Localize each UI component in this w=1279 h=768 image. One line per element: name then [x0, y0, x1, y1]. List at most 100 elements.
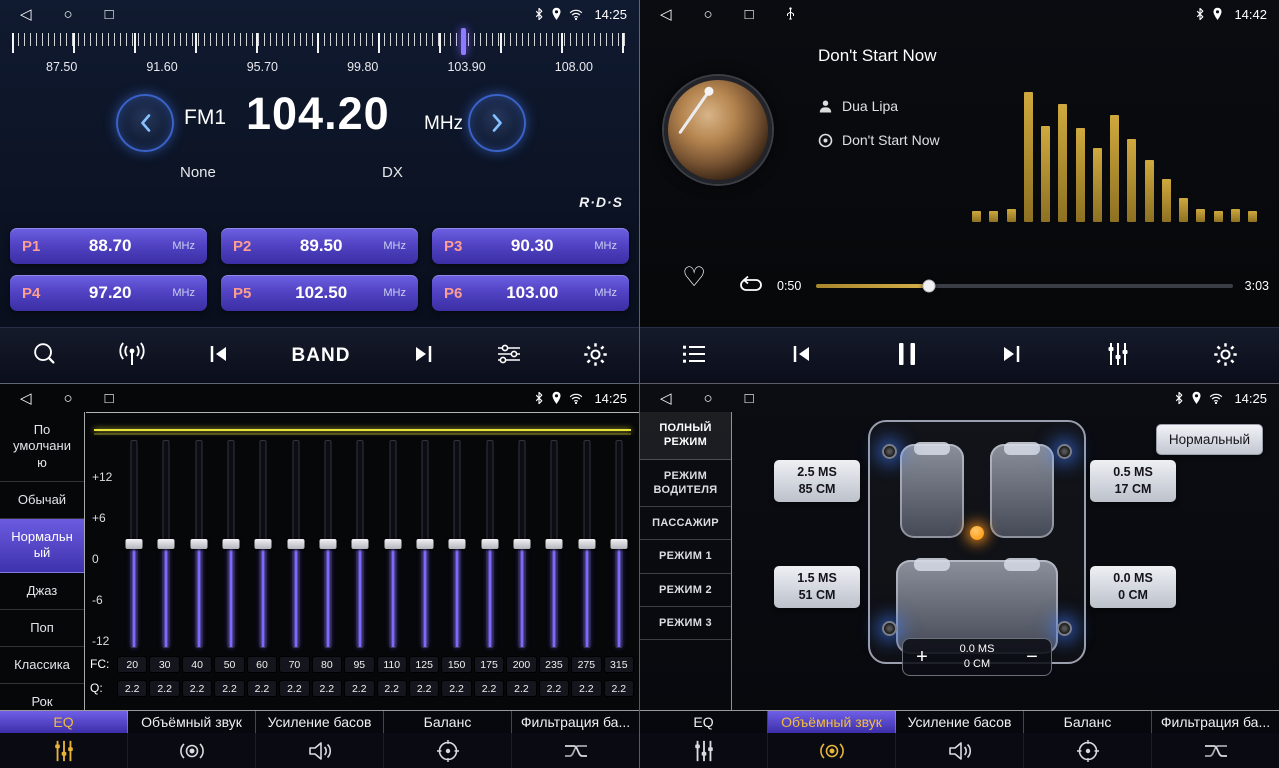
recents-button[interactable]: □ [105, 7, 114, 22]
listening-position-marker[interactable] [970, 526, 984, 540]
preset-button-p4[interactable]: P4 97.20 MHz [10, 275, 207, 311]
eq-band-slider-30hz[interactable] [150, 440, 182, 648]
car-cabin-diagram[interactable] [868, 420, 1086, 664]
slider-thumb[interactable] [513, 539, 530, 549]
preset-button-p1[interactable]: P1 88.70 MHz [10, 228, 207, 264]
back-button[interactable]: ◁ [20, 391, 32, 406]
slider-thumb[interactable] [546, 539, 563, 549]
eq-preset-normal[interactable]: Нормальный [0, 519, 84, 573]
eq-band-slider-275hz[interactable] [570, 440, 602, 648]
tab-eq[interactable]: EQ [0, 711, 128, 733]
slider-thumb[interactable] [384, 539, 401, 549]
recents-button[interactable]: □ [745, 391, 754, 406]
eq-band-slider-60hz[interactable] [247, 440, 279, 648]
previous-track-button[interactable] [789, 343, 815, 368]
slider-thumb[interactable] [481, 539, 498, 549]
eq-preset-classic[interactable]: Классика [0, 647, 84, 684]
preset-button-p3[interactable]: P3 90.30 MHz [432, 228, 629, 264]
surround-icon[interactable] [768, 733, 896, 768]
delay-plus-button[interactable]: + [903, 647, 941, 667]
settings-button[interactable] [582, 341, 609, 371]
eq-band-slider-95hz[interactable] [344, 440, 376, 648]
slider-thumb[interactable] [320, 539, 337, 549]
band-button[interactable]: BAND [292, 345, 351, 367]
preset-button-p5[interactable]: P5 102.50 MHz [221, 275, 418, 311]
back-button[interactable]: ◁ [660, 391, 672, 406]
tab-eq[interactable]: EQ [640, 711, 768, 733]
balance-icon[interactable] [1024, 733, 1152, 768]
bass-boost-icon[interactable] [256, 733, 384, 768]
eq-band-slider-40hz[interactable] [183, 440, 215, 648]
rear-right-delay-box[interactable]: 0.0 MS 0 CM [1090, 566, 1176, 608]
slider-thumb[interactable] [416, 539, 433, 549]
mode-driver[interactable]: РЕЖИМ ВОДИТЕЛЯ [640, 460, 731, 508]
scan-button[interactable] [30, 340, 58, 371]
tab-bass-boost[interactable]: Усиление басов [256, 711, 384, 733]
audio-settings-button[interactable] [495, 342, 523, 369]
tab-filter[interactable]: Фильтрация ба... [1152, 711, 1279, 733]
seek-bar[interactable] [816, 284, 1233, 288]
slider-thumb[interactable] [158, 539, 175, 549]
mode-full[interactable]: ПОЛНЫЙ РЕЖИМ [640, 412, 731, 460]
tab-surround[interactable]: Объёмный звук [128, 711, 256, 733]
tune-down-button[interactable] [116, 94, 174, 152]
eq-preset-pop[interactable]: Поп [0, 610, 84, 647]
eq-band-slider-80hz[interactable] [312, 440, 344, 648]
next-station-button[interactable] [410, 343, 436, 368]
home-button[interactable]: ○ [64, 7, 73, 22]
recents-button[interactable]: □ [105, 391, 114, 406]
surround-icon[interactable] [128, 733, 256, 768]
home-button[interactable]: ○ [704, 391, 713, 406]
driver-seat[interactable] [900, 444, 964, 538]
eq-band-slider-70hz[interactable] [280, 440, 312, 648]
back-button[interactable]: ◁ [20, 7, 32, 22]
tab-surround[interactable]: Объёмный звук [768, 711, 896, 733]
filter-icon[interactable] [512, 733, 639, 768]
balance-icon[interactable] [384, 733, 512, 768]
broadcast-button[interactable] [117, 340, 147, 371]
frequency-ruler[interactable]: 87.50 91.60 95.70 99.80 103.90 108.00 [12, 33, 627, 81]
mode-2[interactable]: РЕЖИМ 2 [640, 574, 731, 607]
slider-thumb[interactable] [126, 539, 143, 549]
filter-icon[interactable] [1152, 733, 1279, 768]
eq-sliders-icon[interactable] [640, 733, 768, 768]
eq-band-slider-150hz[interactable] [441, 440, 473, 648]
eq-band-slider-315hz[interactable] [603, 440, 635, 648]
tab-balance[interactable]: Баланс [384, 711, 512, 733]
eq-band-slider-200hz[interactable] [506, 440, 538, 648]
slider-thumb[interactable] [449, 539, 466, 549]
slider-thumb[interactable] [190, 539, 207, 549]
eq-sliders-icon[interactable] [0, 733, 128, 768]
preset-button-p2[interactable]: P2 89.50 MHz [221, 228, 418, 264]
tab-filter[interactable]: Фильтрация ба... [512, 711, 639, 733]
slider-thumb[interactable] [610, 539, 627, 549]
next-track-button[interactable] [998, 343, 1024, 368]
slider-thumb[interactable] [287, 539, 304, 549]
rear-right-speaker-icon[interactable] [1057, 621, 1072, 636]
eq-preset-rock[interactable]: Рок [0, 684, 84, 710]
slider-thumb[interactable] [352, 539, 369, 549]
slider-thumb[interactable] [578, 539, 595, 549]
delay-minus-button[interactable]: − [1013, 647, 1051, 667]
tuning-indicator[interactable] [461, 28, 466, 55]
playlist-button[interactable] [680, 342, 708, 369]
mode-1[interactable]: РЕЖИМ 1 [640, 540, 731, 573]
eq-preset-jazz[interactable]: Джаз [0, 573, 84, 610]
front-left-speaker-icon[interactable] [882, 444, 897, 459]
slider-thumb[interactable] [255, 539, 272, 549]
equalizer-button[interactable] [1105, 341, 1131, 370]
tab-bass-boost[interactable]: Усиление басов [896, 711, 1024, 733]
repeat-button[interactable] [736, 274, 766, 299]
eq-preset-custom[interactable]: Обычай [0, 482, 84, 519]
bass-boost-icon[interactable] [896, 733, 1024, 768]
tune-up-button[interactable] [468, 94, 526, 152]
mode-passenger[interactable]: ПАССАЖИР [640, 507, 731, 540]
seek-bar-thumb[interactable] [922, 280, 935, 293]
front-right-delay-box[interactable]: 0.5 MS 17 CM [1090, 460, 1176, 502]
eq-preset-default[interactable]: По умолчанию [0, 412, 84, 482]
rear-left-speaker-icon[interactable] [882, 621, 897, 636]
front-left-delay-box[interactable]: 2.5 MS 85 CM [774, 460, 860, 502]
eq-band-slider-20hz[interactable] [118, 440, 150, 648]
passenger-seat[interactable] [990, 444, 1054, 538]
rear-left-delay-box[interactable]: 1.5 MS 51 CM [774, 566, 860, 608]
